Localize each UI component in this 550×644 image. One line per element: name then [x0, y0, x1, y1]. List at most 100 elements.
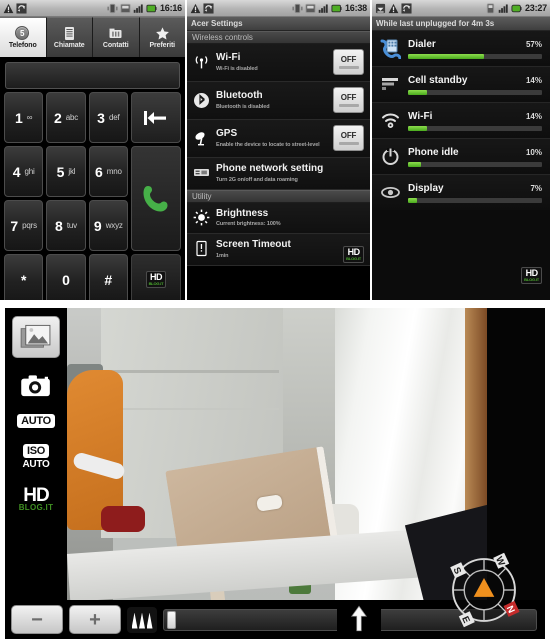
battery-row-display-head: Display 7%: [408, 183, 542, 194]
settings-row-gps[interactable]: GPS Enable the device to locate to stree…: [187, 120, 370, 158]
key-7-letters: pqrs: [22, 221, 37, 230]
battery-icon: [331, 4, 342, 12]
gps-toggle[interactable]: OFF: [333, 125, 364, 151]
bar-fill: [408, 125, 427, 131]
wifi-toggle[interactable]: OFF: [333, 49, 364, 75]
dialpad-badge-icon: 5: [15, 26, 30, 41]
battery-title: While last unplugged for 4m 3s: [372, 17, 550, 31]
camera-mode-button[interactable]: [20, 374, 52, 398]
key-hash[interactable]: #: [88, 254, 128, 300]
zoom-in-button[interactable]: +: [69, 605, 121, 634]
tab-preferiti[interactable]: Preferiti: [139, 17, 185, 57]
zoom-out-label: −: [31, 608, 43, 631]
statusbar-right-icons-settings: 16:38: [292, 3, 367, 14]
key-6[interactable]: 6 mno: [88, 146, 128, 197]
battery-row-wifi-main: Wi-Fi 14%: [408, 111, 542, 131]
iso-value-label: AUTO: [22, 459, 50, 470]
key-7[interactable]: 7 pqrs: [4, 200, 44, 251]
key-4-number: 4: [12, 163, 21, 180]
auto-label-icon: AUTO: [17, 414, 55, 428]
key-3-letters: def: [108, 113, 120, 122]
camera-icon: [21, 375, 50, 397]
battery-row-dialer-head: Dialer 57%: [408, 39, 542, 50]
scene-mode-button[interactable]: AUTO: [17, 414, 55, 428]
viewfinder-photo: [67, 308, 487, 600]
settings-row-brightness[interactable]: Brightness Current brightness: 100%: [187, 202, 370, 234]
call-handset-icon: [143, 185, 168, 211]
battery-row-cell-standby-head: Cell standby 14%: [408, 75, 542, 86]
statusbar-clock: 23:27: [524, 3, 547, 13]
key-0-number: 0: [62, 271, 70, 288]
dialpad-grid: 1 ∞ 2 abc 3 def 4 ghi 5 jkl 6 mno 7 pqrs…: [4, 92, 181, 300]
key-6-number: 6: [94, 163, 103, 180]
settings-row-wifi[interactable]: Wi-Fi Wi-Fi is disabled OFF: [187, 44, 370, 82]
section-header-utility: Utility: [187, 189, 370, 203]
hd-watermark-site: BLOG.IT: [148, 281, 164, 286]
backspace-button[interactable]: [130, 92, 181, 143]
settings-row-screen-timeout[interactable]: Screen Timeout 1min HD BLOG.IT: [187, 234, 370, 266]
statusbar-right-icons-battery: 23:27: [485, 2, 547, 14]
statusbar-left-icons: [3, 2, 27, 14]
wifi-icon: [380, 110, 401, 131]
settings-row-gps-subtitle: Enable the device to locate to street-le…: [216, 141, 320, 148]
bar-fill: [408, 53, 485, 59]
key-star[interactable]: *: [4, 254, 44, 300]
bluetooth-toggle-label: OFF: [340, 93, 357, 102]
compass-widget: N S E W: [450, 552, 520, 628]
key-1-letters: ∞: [26, 113, 33, 122]
statusbar-clock: 16:16: [159, 3, 182, 13]
key-4[interactable]: 4 ghi: [4, 146, 44, 197]
zoom-slider-knob[interactable]: [167, 610, 176, 629]
battery-row-phone-idle[interactable]: Phone idle 10%: [372, 139, 550, 175]
settings-row-phone-network[interactable]: Phone network setting Turn 2G on/off and…: [187, 158, 370, 190]
zoom-bar-3: [146, 612, 153, 629]
cell-standby-icon: [380, 74, 401, 95]
battery-row-wifi[interactable]: Wi-Fi 14%: [372, 103, 550, 139]
hd-watermark: HD BLOG.IT: [145, 271, 167, 288]
key-8[interactable]: 8 tuv: [46, 200, 86, 251]
settings-row-bluetooth[interactable]: Bluetooth Bluetooth is disabled OFF: [187, 82, 370, 120]
wifi-antenna-icon: [193, 54, 210, 71]
key-2[interactable]: 2 abc: [46, 92, 86, 143]
key-9-number: 9: [93, 217, 102, 234]
battery-row-phone-idle-main: Phone idle 10%: [408, 147, 542, 167]
call-button[interactable]: [130, 146, 181, 251]
key-2-number: 2: [53, 109, 62, 126]
battery-row-dialer-bar: [408, 53, 542, 59]
key-1[interactable]: 1 ∞: [4, 92, 44, 143]
key-9[interactable]: 9 wxyz: [88, 200, 128, 251]
key-3[interactable]: 3 def: [88, 92, 128, 143]
battery-row-display[interactable]: Display 7%: [372, 175, 550, 210]
shutter-button[interactable]: [337, 601, 381, 637]
battery-row-cell-standby-name: Cell standby: [408, 74, 468, 86]
camera-watermark: HD BLOG.IT: [19, 486, 54, 512]
battery-row-cell-standby[interactable]: Cell standby 14%: [372, 67, 550, 103]
sim-card-icon: [193, 164, 210, 181]
warning-icon: [3, 3, 14, 13]
iso-button[interactable]: ISO AUTO: [23, 444, 50, 470]
key-0[interactable]: 0: [46, 254, 86, 300]
gallery-button[interactable]: [12, 316, 60, 358]
battery-row-wifi-percent: 14%: [525, 111, 542, 121]
zoom-in-label: +: [89, 608, 101, 631]
tab-chiamate[interactable]: Chiamate: [46, 17, 93, 57]
bluetooth-toggle[interactable]: OFF: [333, 87, 364, 113]
battery-row-display-name: Display: [408, 182, 444, 194]
dial-number-input[interactable]: [5, 62, 180, 89]
tab-contatti[interactable]: Contatti: [93, 17, 140, 57]
key-5[interactable]: 5 jkl: [46, 146, 86, 197]
gallery-icon: [20, 324, 51, 348]
tab-telefono[interactable]: 5 Telefono: [0, 17, 47, 57]
statusbar-left-icons-settings: [190, 2, 214, 14]
photo-red-object: [101, 506, 145, 532]
zoom-level-icon[interactable]: [127, 606, 157, 633]
settings-row-screen-timeout-title: Screen Timeout: [216, 239, 291, 250]
key-4-letters: ghi: [24, 167, 35, 176]
zoom-out-button[interactable]: −: [11, 605, 63, 634]
toggle-bar: [338, 104, 359, 107]
battery-row-dialer[interactable]: Dialer 57%: [372, 31, 550, 67]
settings-row-bluetooth-text: Bluetooth Bluetooth is disabled: [216, 90, 327, 110]
settings-row-screen-timeout-text: Screen Timeout 1min: [216, 239, 364, 259]
signal-icon: [318, 3, 328, 13]
settings-list: Wireless controls Wi-Fi Wi-Fi is disable…: [187, 31, 370, 266]
